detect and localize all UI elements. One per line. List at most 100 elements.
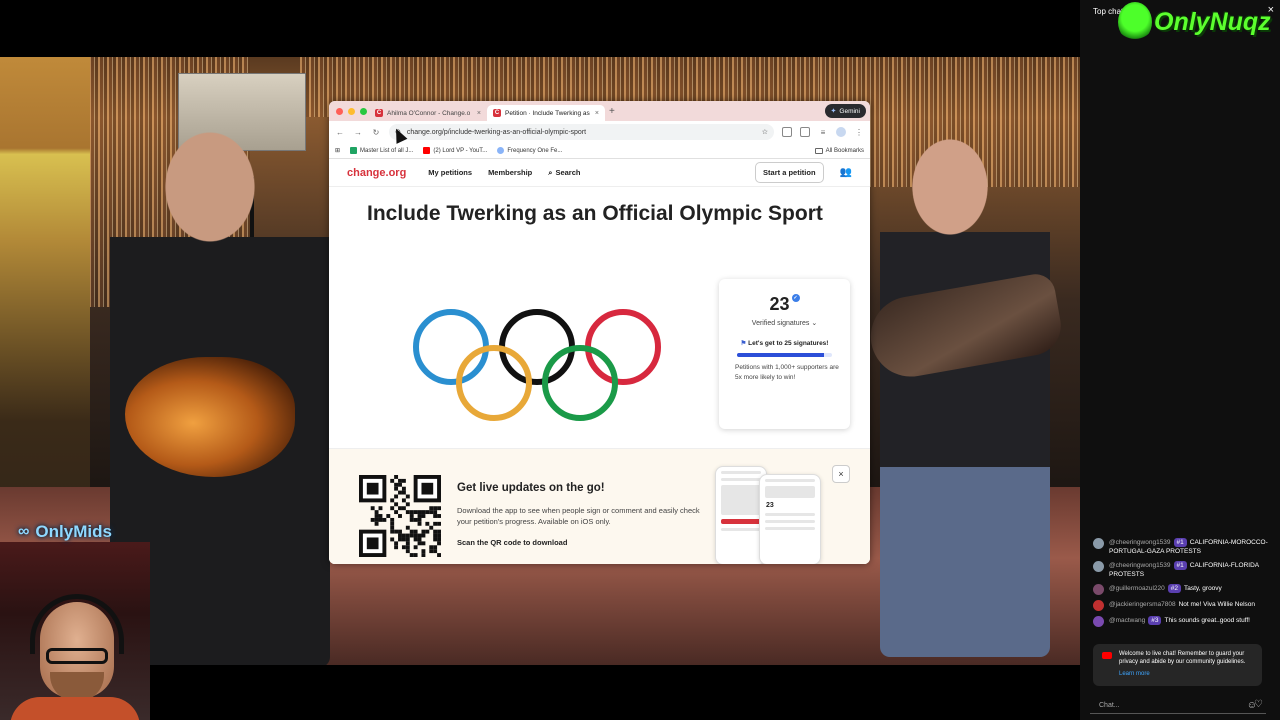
chat-message: @cheeringwong1539 #1 CALIFORNIA-FLORIDA PR…: [1093, 561, 1273, 579]
avatar[interactable]: [1093, 561, 1104, 572]
globe-icon: [497, 147, 505, 154]
tab-strip: C Ahilma O'Connor - Change.o × C Petitio…: [329, 101, 870, 121]
avatar[interactable]: [1093, 538, 1104, 549]
close-window-button[interactable]: [336, 107, 343, 115]
flag-icon: ⚑: [740, 340, 747, 347]
phone-line: [765, 513, 815, 516]
phone-line: [721, 528, 761, 531]
sheets-icon: [350, 147, 358, 154]
chat-input[interactable]: Chat... ☺: [1090, 698, 1266, 714]
site-header: change.org My petitions Membership ⌕ Sea…: [329, 159, 870, 187]
apps-grid-icon[interactable]: ⊞: [335, 147, 340, 154]
qr-code-image: [359, 475, 441, 557]
ring-yellow: [456, 345, 532, 421]
nav-membership[interactable]: Membership: [488, 168, 532, 177]
verified-signatures-dropdown[interactable]: Verified signatures ⌄: [719, 319, 850, 327]
maximize-window-button[interactable]: [360, 107, 367, 115]
new-tab-button[interactable]: +: [609, 106, 615, 117]
phone-count: 23: [766, 502, 774, 509]
avatar[interactable]: [1093, 584, 1104, 595]
extensions-icon[interactable]: [782, 127, 792, 137]
app-promo-banner: Get live updates on the go! Download the…: [329, 448, 870, 564]
nav-my-petitions[interactable]: My petitions: [428, 168, 472, 177]
bookmark-frequency-one[interactable]: Frequency One Fe...: [497, 147, 562, 154]
crown-rank-badge: #1: [1173, 538, 1187, 547]
skull-logo-icon: [1118, 2, 1152, 42]
bookmark-master-list[interactable]: Master List of all J...: [350, 147, 413, 154]
signature-goal: ⚑ Let's get to 25 signatures!: [740, 340, 829, 347]
tab-petition[interactable]: C Petition · Include Twerking as ×: [487, 105, 605, 121]
supporters-note: Petitions with 1,000+ supporters are 5x …: [735, 364, 839, 381]
change-icon: C: [375, 109, 383, 117]
crown-rank-badge: #2: [1167, 584, 1181, 593]
avatar[interactable]: [1093, 600, 1104, 611]
window-controls: [329, 107, 369, 115]
heart-icon[interactable]: ♡: [1254, 699, 1263, 710]
forward-icon[interactable]: →: [353, 128, 363, 137]
chat-welcome-notice: Welcome to live chat! Remember to guard …: [1093, 644, 1262, 686]
ring-black: [499, 309, 575, 385]
crown-rank-badge: #1: [1173, 561, 1187, 570]
facecam: [0, 542, 150, 720]
bookmark-lord-vp[interactable]: (2) Lord VP - YouT...: [423, 147, 487, 154]
address-bar[interactable]: ⊜ change.org/p/include-twerking-as-an-of…: [389, 124, 774, 140]
olympic-rings-image: [413, 309, 661, 421]
promo-description: Download the app to see when people sign…: [457, 506, 700, 526]
phone-line: [765, 520, 815, 523]
phone-card: [765, 486, 815, 498]
chat-message: @mactwang #3 This sounds great..good stuff…: [1093, 616, 1273, 627]
chat-message: @jackieringersma7808 Not me! Viva Willie …: [1093, 600, 1273, 611]
ring-blue: [413, 309, 489, 385]
signature-card: 23 ✓ Verified signatures ⌄ ⚑ Let's get t…: [719, 279, 850, 429]
learn-more-link[interactable]: Learn more: [1119, 671, 1256, 677]
phone-mockup: 23: [759, 474, 821, 564]
media-icon[interactable]: ≡: [818, 128, 828, 137]
minimize-window-button[interactable]: [348, 107, 355, 115]
ring-green: [542, 345, 618, 421]
promo-heading: Get live updates on the go!: [457, 482, 605, 494]
bassist: [880, 137, 1050, 657]
phone-button: [721, 519, 761, 524]
app-phones-image: 23: [715, 466, 825, 564]
petition-title: Include Twerking as an Official Olympic …: [367, 202, 823, 225]
profile-avatar[interactable]: [836, 127, 846, 137]
folder-icon: [814, 147, 823, 154]
crown-rank-badge: #3: [1148, 616, 1162, 625]
gemini-button[interactable]: ✦ Gemini: [824, 104, 866, 118]
browser-window: C Ahilma O'Connor - Change.o × C Petitio…: [329, 101, 870, 564]
bookmark-star-icon[interactable]: ☆: [762, 128, 768, 136]
start-petition-button[interactable]: Start a petition: [755, 162, 824, 183]
back-icon[interactable]: ←: [335, 128, 345, 137]
close-tab-icon[interactable]: ×: [477, 110, 481, 117]
ring-red: [585, 309, 661, 385]
phone-line: [765, 479, 815, 482]
youtube-icon: [1102, 652, 1112, 659]
gemini-icon: ✦: [830, 108, 837, 115]
chat-message: @cheeringwong1539 #1 CALIFORNIA-MOROCCO-PO…: [1093, 538, 1273, 556]
chat-message: @guillermoazul220 #2 Tasty, groovy: [1093, 584, 1273, 595]
url-text[interactable]: change.org/p/include-twerking-as-an-offi…: [407, 129, 756, 136]
close-tab-icon[interactable]: ×: [595, 110, 599, 117]
cast-icon[interactable]: [800, 127, 810, 137]
all-bookmarks[interactable]: All Bookmarks: [814, 147, 864, 154]
avatar[interactable]: [1093, 616, 1104, 627]
bookmarks-bar: ⊞ Master List of all J... (2) Lord VP - …: [329, 143, 870, 159]
menu-kebab-icon[interactable]: ⋮: [854, 128, 864, 137]
change-logo[interactable]: change.org: [347, 167, 406, 179]
promo-scan-label: Scan the QR code to download: [457, 538, 568, 547]
search-icon: ⌕: [548, 167, 553, 177]
glasses: [46, 648, 108, 664]
chat-message-list: @cheeringwong1539 #1 CALIFORNIA-MOROCCO-PO…: [1093, 538, 1273, 632]
stream-frame: C Ahilma O'Connor - Change.o × C Petitio…: [0, 0, 1280, 720]
nav-search[interactable]: ⌕ Search: [548, 168, 580, 178]
verified-badge-icon: ✓: [791, 294, 800, 302]
reload-icon[interactable]: ↻: [371, 128, 381, 137]
change-icon: C: [493, 109, 501, 117]
shirt: [10, 697, 140, 720]
phone-line: [765, 527, 815, 530]
tab-ahilma[interactable]: C Ahilma O'Connor - Change.o ×: [369, 105, 487, 121]
close-promo-button[interactable]: ×: [832, 465, 850, 483]
onlynuqz-logo: OnlyNuqz: [1118, 2, 1271, 42]
user-account-icon[interactable]: 👥: [840, 167, 852, 178]
petition-page: change.org My petitions Membership ⌕ Sea…: [329, 159, 870, 564]
